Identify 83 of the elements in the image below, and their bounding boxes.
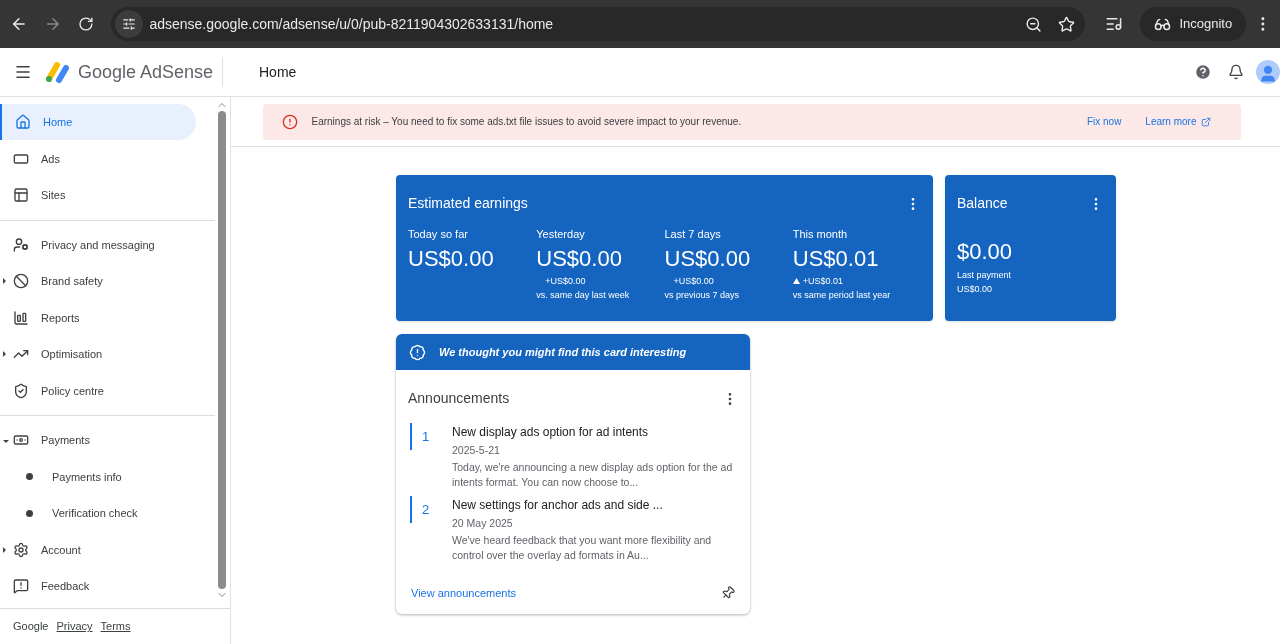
item-number: 1 (410, 423, 452, 450)
metric-label: Yesterday (536, 227, 586, 242)
external-link-icon (1200, 116, 1211, 127)
metric-label: Today so far (408, 227, 469, 242)
metric-label: Last 7 days (664, 227, 722, 242)
avatar-icon[interactable] (1256, 60, 1280, 84)
metric-comparison: vs same period last year (792, 289, 892, 302)
person-icon (13, 236, 29, 253)
nav-item[interactable]: Optimisation (0, 336, 196, 373)
card-title: Balance (957, 194, 1008, 213)
nav-item[interactable]: Home (0, 104, 196, 141)
product-name: Google AdSense (78, 60, 215, 84)
bullet-icon (26, 509, 33, 517)
nav-item[interactable]: Sites (0, 177, 196, 214)
metric-change: +US$0.00 (544, 274, 587, 288)
zoom-out-icon[interactable] (1024, 15, 1042, 33)
ban-icon (13, 273, 29, 290)
announcement-summary: Today, we're announcing a new display ads option for the ad intents format. You can now choose to... (452, 459, 734, 490)
address-bar[interactable]: adsense.google.com/adsense/u/0/pub-8211904302633131/home (111, 7, 1085, 41)
bookmark-star-icon[interactable] (1057, 15, 1075, 33)
nav-item[interactable]: Reports (0, 299, 196, 336)
nav-item[interactable]: Privacy and messaging (0, 226, 196, 263)
feedback-icon (13, 578, 29, 595)
nav-item[interactable]: Policy centre (0, 372, 196, 409)
nav-item[interactable]: Ads (0, 140, 196, 177)
media-icon[interactable] (1104, 15, 1123, 33)
announcement-summary: We've heard feedback that you want more flexibility and control over the overlay ad formats in Au... (452, 532, 713, 563)
bullet-icon (26, 473, 33, 481)
banner-text: We thought you might find this card interesting (439, 344, 687, 360)
metric-change: +US$0.00 (672, 274, 715, 288)
alert-link[interactable]: Learn more (1145, 114, 1211, 129)
last-payment-value: US$0.00 (957, 282, 994, 296)
caret-icon[interactable] (3, 278, 6, 285)
nav-item[interactable]: Account (0, 531, 196, 568)
metric-label: This month (792, 227, 849, 242)
menu-icon[interactable] (14, 63, 32, 81)
caret-icon[interactable] (3, 546, 6, 553)
error-icon (281, 113, 298, 130)
caret-icon[interactable] (3, 440, 9, 444)
metric-value: US$0.00 (408, 244, 495, 273)
reload-icon[interactable] (77, 16, 94, 32)
google-wordmark: Google (13, 619, 49, 635)
alert-message: Earnings at risk – You need to fix some ads.txt file issues to avoid severe impact to your revenue. (311, 115, 743, 129)
help-icon[interactable] (1194, 63, 1212, 81)
item-number: 2 (410, 495, 452, 523)
alert-link[interactable]: Fix now (1086, 114, 1122, 129)
metric-value: US$0.01 (792, 244, 880, 273)
metric-comparison: vs previous 7 days (664, 289, 741, 302)
page-title: Home (259, 62, 298, 82)
nav-item[interactable]: Payments (0, 422, 196, 459)
announcement-title[interactable]: New settings for anchor ads and side ... (452, 495, 736, 514)
site-settings-icon[interactable] (115, 10, 144, 38)
last-payment-label: Last payment (957, 269, 1013, 282)
announcement-title[interactable]: New display ads option for ad intents (452, 423, 736, 441)
url-text: adsense.google.com/adsense/u/0/pub-8211904302633131/home (149, 14, 555, 34)
sites-icon (13, 187, 29, 204)
home-icon (15, 114, 31, 131)
metric-comparison: vs. same day last week (536, 289, 631, 302)
metric-change: +US$0.01 (792, 274, 921, 288)
up-triangle-icon (792, 278, 800, 285)
back-icon[interactable] (10, 15, 28, 33)
nav-subitem[interactable]: Verification check (0, 495, 215, 532)
settings-icon (13, 541, 29, 558)
footer-link[interactable]: Terms (100, 618, 131, 635)
shield-icon (13, 382, 29, 399)
announcement-date: 20 May 2025 (452, 515, 514, 531)
metric-value: US$0.00 (664, 244, 752, 273)
metric-value: US$0.00 (536, 244, 623, 273)
footer-link[interactable]: Privacy (56, 618, 93, 635)
nav-item[interactable]: Feedback (0, 568, 196, 605)
card-title: Estimated earnings (408, 194, 528, 213)
adsense-logo-icon (44, 60, 72, 84)
nav-item[interactable]: Brand safety (0, 263, 196, 300)
balance-value: $0.00 (957, 238, 1014, 266)
incognito-chip[interactable]: Incognito (1140, 7, 1247, 41)
alert-badge-icon (409, 343, 426, 361)
view-announcements-link[interactable]: View announcements (411, 584, 516, 601)
caret-icon[interactable] (3, 351, 6, 358)
nav-subitem[interactable]: Payments info (0, 458, 215, 495)
announcement-date: 2025-5-21 (452, 443, 501, 458)
chart-icon (13, 309, 29, 326)
notifications-icon[interactable] (1228, 64, 1244, 80)
card-title: Announcements (408, 389, 510, 408)
